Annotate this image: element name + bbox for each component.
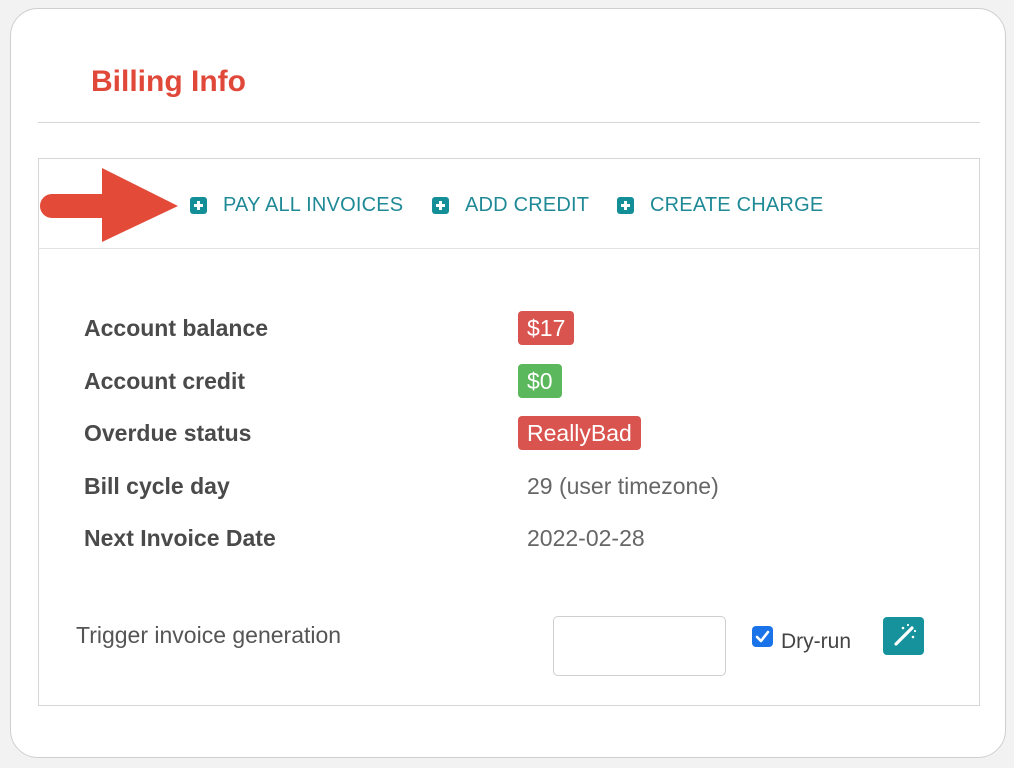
title-divider: [38, 122, 980, 123]
bill-cycle-day-label: Bill cycle day: [84, 473, 230, 499]
bill-cycle-day-value: 29 (user timezone): [527, 473, 719, 499]
plus-square-icon: [617, 196, 634, 214]
dry-run-label: Dry-run: [781, 630, 852, 653]
plus-square-icon: [432, 196, 449, 214]
plus-square-icon: [190, 196, 207, 214]
next-invoice-date-label: Next Invoice Date: [84, 525, 276, 551]
trigger-invoice-button[interactable]: [883, 617, 924, 655]
account-balance-badge: $17: [518, 311, 575, 345]
pay-all-invoices-button[interactable]: PAY ALL INVOICES: [190, 193, 403, 217]
next-invoice-date-value: 2022-02-28: [527, 525, 645, 551]
page-title: Billing Info: [91, 65, 246, 98]
arrow-pointer-icon: [40, 168, 178, 242]
dry-run-checkbox[interactable]: [752, 626, 773, 647]
account-credit-label: Account credit: [84, 368, 246, 394]
overdue-status-label: Overdue status: [84, 420, 252, 446]
trigger-invoice-generation-label: Trigger invoice generation: [76, 622, 342, 648]
create-charge-label: CREATE CHARGE: [650, 193, 824, 216]
checkmark-icon: [755, 630, 770, 643]
trigger-date-input[interactable]: [553, 616, 726, 676]
account-credit-badge: $0: [518, 364, 562, 398]
overdue-status-badge: ReallyBad: [518, 416, 641, 450]
add-credit-label: ADD CREDIT: [465, 193, 590, 216]
pay-all-invoices-label: PAY ALL INVOICES: [223, 193, 404, 216]
actions-divider: [38, 248, 980, 249]
create-charge-button[interactable]: CREATE CHARGE: [617, 193, 823, 217]
account-balance-label: Account balance: [84, 315, 269, 341]
add-credit-button[interactable]: ADD CREDIT: [432, 193, 589, 217]
magic-wand-icon: [894, 623, 917, 646]
